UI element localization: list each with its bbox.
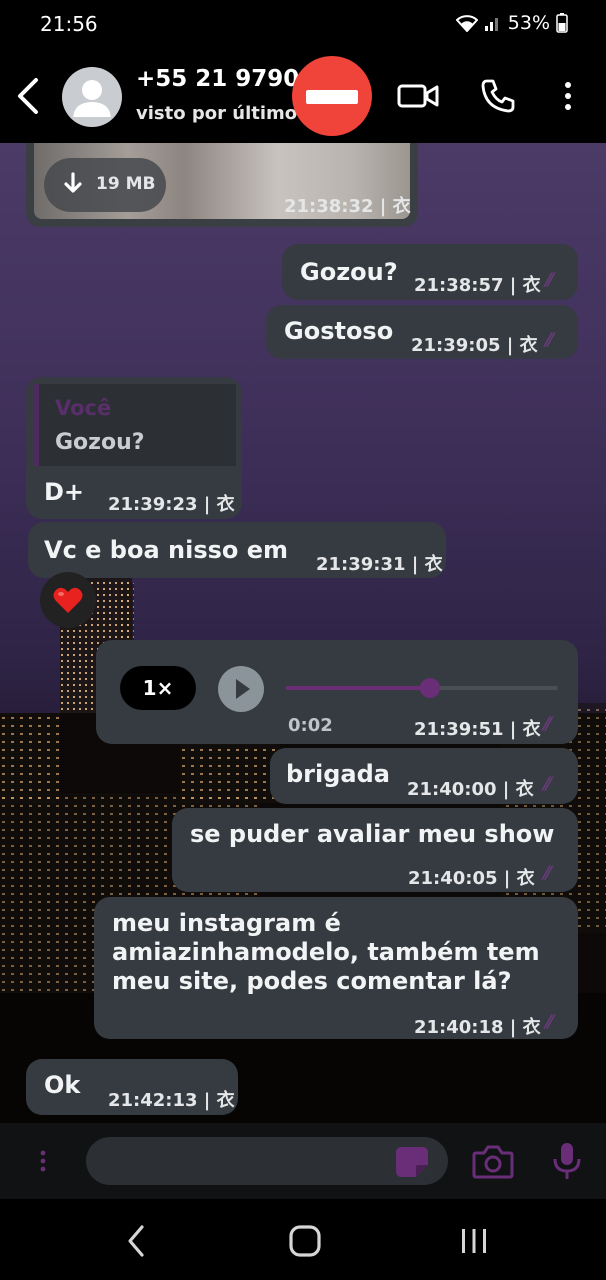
message-bubble[interactable]: brigada 21:40:00 | 衣 ⫽ (270, 748, 578, 804)
message-time: 21:39:51 | 衣 (414, 719, 541, 740)
home-icon (289, 1225, 321, 1257)
message-time: 21:40:00 | 衣 (407, 779, 534, 800)
chevron-left-icon (128, 1225, 144, 1257)
message-time: 21:38:32 | 衣 (284, 196, 411, 217)
microphone-icon (553, 1143, 581, 1179)
message-text: Gozou? (300, 258, 398, 286)
nav-back-button[interactable] (118, 1221, 154, 1261)
message-time: 21:39:05 | 衣 (411, 335, 538, 356)
message-time: 21:42:13 | 衣 (108, 1090, 235, 1111)
sticker-button[interactable] (394, 1145, 430, 1179)
message-input[interactable] (86, 1137, 448, 1185)
message-text: Gostoso (284, 317, 394, 345)
download-icon (64, 172, 82, 193)
more-options-button[interactable] (556, 76, 580, 116)
battery-percent: 53% (507, 12, 550, 34)
more-vertical-icon (40, 1150, 46, 1172)
person-icon (73, 80, 111, 117)
voice-record-button[interactable] (552, 1141, 582, 1181)
play-icon (236, 679, 250, 699)
camera-button[interactable] (472, 1143, 514, 1179)
message-time: 21:39:23 | 衣 (108, 494, 235, 515)
wifi-icon (455, 15, 478, 32)
message-time: 21:40:05 | 衣 (408, 868, 535, 889)
message-bubble[interactable]: se puder avaliar meu show 21:40:05 | 衣 ⫽ (172, 808, 578, 892)
read-receipt-icon: ⫽ (544, 270, 553, 291)
nav-recents-button[interactable] (454, 1221, 494, 1261)
redaction-mark (292, 56, 372, 136)
quote-author: Você (55, 396, 112, 420)
message-composer (0, 1123, 606, 1199)
avatar[interactable] (62, 67, 122, 127)
read-receipt-icon: ⫽ (542, 774, 551, 795)
message-bubble[interactable]: meu instagram é amiazinhamodelo, também … (94, 897, 578, 1039)
system-navigation-bar (0, 1199, 606, 1280)
read-receipt-icon: ⫽ (544, 330, 553, 351)
nav-home-button[interactable] (286, 1221, 324, 1261)
status-icons: 53% (455, 12, 568, 34)
play-button[interactable] (218, 666, 264, 712)
audio-progress-fill (286, 686, 431, 690)
message-text: D+ (44, 478, 85, 506)
message-line: amiazinhamodelo, também tem (112, 938, 540, 966)
message-bubble[interactable]: Vc e boa nisso em 21:39:31 | 衣 (28, 522, 446, 578)
status-time: 21:56 (40, 12, 98, 36)
audio-elapsed: 0:02 (288, 715, 333, 736)
video-call-button[interactable] (396, 76, 440, 116)
playback-speed: 1× (142, 676, 174, 700)
voice-call-button[interactable] (478, 76, 518, 116)
chevron-left-icon (18, 78, 38, 114)
message-time: 21:38:57 | 衣 (414, 275, 541, 296)
video-camera-icon (397, 84, 439, 108)
audio-progress-slider[interactable] (286, 678, 558, 698)
media-size: 19 MB (96, 174, 156, 194)
read-receipt-icon: ⫽ (542, 863, 551, 884)
heart-icon (53, 587, 83, 613)
recents-icon (462, 1229, 486, 1253)
back-button[interactable] (10, 74, 46, 118)
sticker-icon (396, 1147, 428, 1177)
contact-name[interactable]: +55 21 9790 (136, 66, 299, 92)
phone-icon (481, 79, 515, 113)
message-bubble[interactable]: Gozou? 21:38:57 | 衣 ⫽ (282, 244, 578, 300)
signal-icon (484, 18, 498, 31)
message-bubble[interactable]: Gostoso 21:39:05 | 衣 ⫽ (266, 305, 578, 359)
message-line: meu instagram é (112, 909, 341, 937)
quote-text: Gozou? (55, 430, 145, 455)
more-vertical-icon (565, 82, 571, 110)
last-seen-text: visto por último (136, 103, 298, 124)
message-text: brigada (286, 760, 390, 788)
message-time: 21:39:31 | 衣 (316, 554, 443, 575)
playback-speed-button[interactable]: 1× (120, 666, 196, 710)
message-text: meu instagram é amiazinhamodelo, também … (112, 909, 540, 996)
message-bubble[interactable]: Ok 21:42:13 | 衣 (26, 1059, 238, 1115)
status-bar: 21:56 53% (0, 0, 606, 50)
read-receipt-icon: ⫽ (542, 714, 551, 735)
message-text: Vc e boa nisso em (44, 536, 289, 564)
battery-icon (556, 13, 568, 33)
message-text: se puder avaliar meu show (190, 820, 555, 848)
reaction-badge[interactable] (40, 572, 96, 628)
camera-icon (472, 1145, 514, 1179)
message-line: meu site, podes comentar lá? (112, 967, 512, 995)
message-text: Ok (44, 1071, 81, 1099)
read-receipt-icon: ⫽ (544, 1012, 553, 1033)
message-time: 21:40:18 | 衣 (414, 1017, 541, 1038)
quoted-message[interactable]: Você Gozou? (34, 384, 236, 466)
download-button[interactable]: 19 MB (44, 158, 166, 212)
attach-menu-button[interactable] (38, 1147, 48, 1175)
